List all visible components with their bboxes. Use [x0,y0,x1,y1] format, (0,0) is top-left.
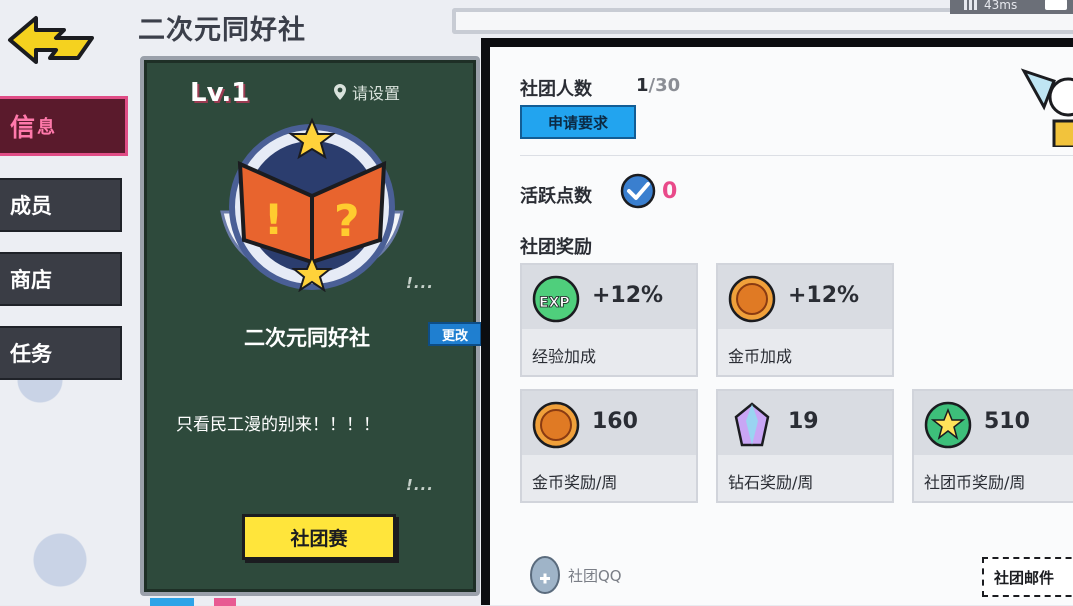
club-mail-button[interactable]: 社团邮件 [982,557,1073,597]
back-arrow-icon[interactable] [6,10,98,66]
reward-value: 160 [592,409,638,434]
reward-name: 金币加成 [728,347,793,366]
reward-card: 160 金币奖励/周 [520,389,698,503]
activity-check-icon [620,173,656,209]
reward-card: 510 社团币奖励/周 [912,389,1073,503]
battery-icon [1045,0,1067,10]
network-status: 43ms [950,0,1073,14]
club-motto: 只看民工漫的别来！！！！ [176,415,380,435]
reward-value: +12% [592,283,664,308]
member-current: 1 [636,75,649,96]
reward-card: +12% 金币加成 [716,263,894,377]
club-board: Lv.1 请设置 ! ? !... 二次元同好社 更改 只看民工漫的别来！！！！… [140,56,482,596]
tab-members-label: 成员 [10,194,52,218]
reward-name: 经验加成 [532,347,597,366]
club-qq-link[interactable]: 社团QQ [528,555,622,595]
tab-tasks-label: 任务 [10,342,52,366]
club-qq-label: 社团QQ [568,566,622,585]
reward-card: EXP +12% 经验加成 [520,263,698,377]
member-max: /30 [648,75,681,96]
activity-points-value: 0 [662,179,678,204]
chalk-doodle: !... [406,274,434,292]
gold-coin-icon [532,401,580,449]
edit-name-button[interactable]: 更改 [428,322,482,346]
mascot-icon [1020,68,1073,147]
reward-card: 19 钻石奖励/周 [716,389,894,503]
reward-value: 19 [788,409,819,434]
qq-penguin-icon [530,556,560,594]
location-label: 请设置 [352,84,401,103]
tab-shop[interactable]: 商店 [0,252,122,306]
reward-value: 510 [984,409,1030,434]
page-title: 二次元同好社 [138,15,306,46]
chalk-doodle: !... [406,476,434,494]
club-emblem-icon: ! ? [220,117,404,292]
signal-icon [964,0,978,10]
tab-shop-label: 商店 [10,268,52,292]
ping-value: 43ms [984,0,1018,12]
reward-name: 金币奖励/周 [532,473,618,492]
location-pin-icon [334,84,346,100]
tab-info[interactable]: 信 息 [0,96,128,156]
tab-tasks[interactable]: 任务 [0,326,122,380]
activity-points-label: 活跃点数 [520,186,592,207]
gold-coin-icon [728,275,776,323]
club-name: 二次元同好社 [244,326,370,350]
section-divider [520,155,1073,156]
location-setting[interactable]: 请设置 [334,80,400,104]
club-level: Lv.1 [190,78,250,108]
diamond-icon [734,402,770,447]
svg-text:?: ? [334,196,360,247]
svg-text:!: ! [264,195,283,244]
reward-name: 社团币奖励/周 [924,473,1026,492]
member-count: 1/30 [636,75,680,96]
tab-members[interactable]: 成员 [0,178,122,232]
club-coin-icon [924,401,972,449]
reward-value: +12% [788,283,860,308]
club-race-button[interactable]: 社团赛 [242,514,396,560]
club-rewards-label: 社团奖励 [520,237,592,258]
member-count-label: 社团人数 [520,79,592,100]
tab-info-label: 信 [10,113,36,142]
reward-name: 钻石奖励/周 [728,473,814,492]
apply-requirements-button[interactable]: 申请要求 [520,105,636,139]
tab-info-label-suffix: 息 [37,117,56,138]
club-info-panel: 社团人数 1/30 申请要求 活跃点数 0 社团奖励 EXP +12% 经验加成… [481,38,1073,605]
svg-text:EXP: EXP [539,295,570,311]
exp-icon: EXP [532,275,580,323]
